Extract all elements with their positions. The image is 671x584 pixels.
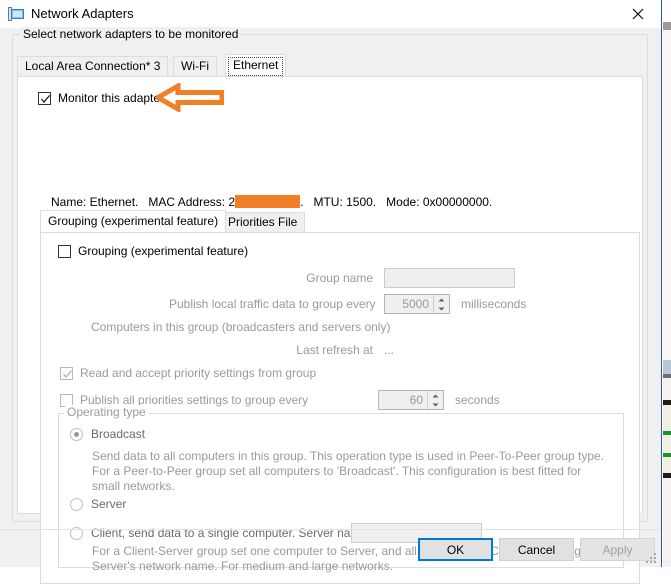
read-accept-priority-label: Read and accept priority settings from g… xyxy=(80,366,317,380)
grouping-label: Grouping (experimental feature) xyxy=(78,244,249,258)
cancel-button-label: Cancel xyxy=(517,542,556,557)
publish-all-priorities-units: seconds xyxy=(455,393,500,407)
last-refresh-row: Last refresh at ... xyxy=(256,343,394,357)
apply-button-label: Apply xyxy=(602,542,633,557)
publish-all-priorities-spinner[interactable]: 60 xyxy=(378,390,444,410)
grouping-row[interactable]: Grouping (experimental feature) xyxy=(58,244,248,258)
adapter-tabstrip: Local Area Connection* 3 Wi-Fi Ethernet xyxy=(17,54,643,76)
spinner-down-icon[interactable] xyxy=(434,304,449,313)
broadcast-radio[interactable] xyxy=(70,427,83,441)
monitor-adapter-row[interactable]: Monitor this adapter xyxy=(38,91,164,105)
window-title: Network Adapters xyxy=(31,6,134,21)
operating-type-server-row[interactable]: Server xyxy=(70,497,126,511)
publish-interval-value: 5000 xyxy=(402,297,429,311)
tab-label: Grouping (experimental feature) xyxy=(48,214,219,228)
last-refresh-value: ... xyxy=(384,343,395,357)
spinner-down-icon[interactable] xyxy=(428,400,443,409)
grouping-checkbox[interactable] xyxy=(58,244,71,258)
adapter-name-text: Name: Ethernet. xyxy=(51,195,139,209)
check-icon xyxy=(62,368,73,380)
network-adapter-icon xyxy=(8,6,25,22)
spinner-buttons[interactable] xyxy=(427,391,443,409)
monitor-adapter-checkbox[interactable] xyxy=(38,91,51,105)
tab-focus-rect xyxy=(228,57,284,76)
adapter-mode-text: Mode: 0x00000000. xyxy=(386,195,493,209)
publish-interval-spinner[interactable]: 5000 xyxy=(384,294,450,314)
cancel-button[interactable]: Cancel xyxy=(499,538,574,561)
publish-interval-label: Publish local traffic data to group ever… xyxy=(169,297,376,311)
group-name-row: Group name xyxy=(281,268,515,288)
network-adapters-dialog: Network Adapters Select network adapters… xyxy=(0,0,662,584)
broadcast-description: Send data to all computers in this group… xyxy=(92,449,605,493)
monitor-adapter-label: Monitor this adapter xyxy=(58,91,165,105)
spinner-up-icon[interactable] xyxy=(428,391,443,400)
computers-in-group-label: Computers in this group (broadcasters an… xyxy=(91,320,391,334)
operating-type-label: Operating type xyxy=(65,405,148,419)
read-accept-priority-checkbox[interactable] xyxy=(60,366,73,380)
check-icon xyxy=(40,93,51,105)
apply-button[interactable]: Apply xyxy=(580,538,655,561)
select-adapters-label: Select network adapters to be monitored xyxy=(20,27,242,41)
tab-label: Local Area Connection* 3 xyxy=(25,59,161,73)
ethernet-tab-page: Monitor this adapter Name: Ethernet. MAC… xyxy=(17,76,643,584)
mac-address-redaction-bar xyxy=(235,195,301,208)
computers-in-group-row: Computers in this group (broadcasters an… xyxy=(91,320,391,334)
tab-local-area-connection-3[interactable]: Local Area Connection* 3 xyxy=(17,56,169,76)
groupbox-border xyxy=(139,413,624,414)
group-name-input[interactable] xyxy=(384,268,515,288)
publish-all-priorities-value: 60 xyxy=(409,393,423,407)
ok-button[interactable]: OK xyxy=(418,538,493,561)
group-name-label: Group name xyxy=(306,271,373,285)
last-refresh-label: Last refresh at xyxy=(296,343,373,357)
tab-ethernet[interactable]: Ethernet xyxy=(225,54,287,76)
tab-wifi[interactable]: Wi-Fi xyxy=(173,56,217,76)
adapter-mac-text: MAC Address: 2 xyxy=(148,195,236,209)
read-accept-priority-row[interactable]: Read and accept priority settings from g… xyxy=(60,366,316,380)
publish-interval-row: Publish local traffic data to group ever… xyxy=(169,294,526,314)
groupbox-border xyxy=(58,413,64,414)
tab-label: Wi-Fi xyxy=(181,59,209,73)
tab-grouping[interactable]: Grouping (experimental feature) xyxy=(40,210,227,232)
adapter-mtu-text: MTU: 1500. xyxy=(313,195,377,209)
tab-label: Priorities File xyxy=(228,215,298,229)
adapter-info-line: Name: Ethernet. MAC Address: 2 . MTU: 15… xyxy=(51,193,492,209)
operating-type-broadcast-row[interactable]: Broadcast xyxy=(70,427,145,441)
spinner-buttons[interactable] xyxy=(433,295,449,313)
background-desktop-strip xyxy=(663,0,671,567)
dialog-button-bar: OK Cancel Apply xyxy=(0,530,661,567)
publish-interval-units: milliseconds xyxy=(461,297,527,311)
server-label: Server xyxy=(91,497,127,511)
settings-tabstrip: Grouping (experimental feature) Prioriti… xyxy=(40,210,640,232)
server-radio[interactable] xyxy=(70,497,83,511)
spinner-up-icon[interactable] xyxy=(434,295,449,304)
tab-priorities-file[interactable]: Priorities File xyxy=(220,212,306,232)
title-bar: Network Adapters xyxy=(0,0,661,28)
resize-grip[interactable] xyxy=(646,553,658,565)
ok-button-label: OK xyxy=(446,542,465,557)
broadcast-label: Broadcast xyxy=(91,427,146,441)
close-icon[interactable] xyxy=(615,0,661,28)
